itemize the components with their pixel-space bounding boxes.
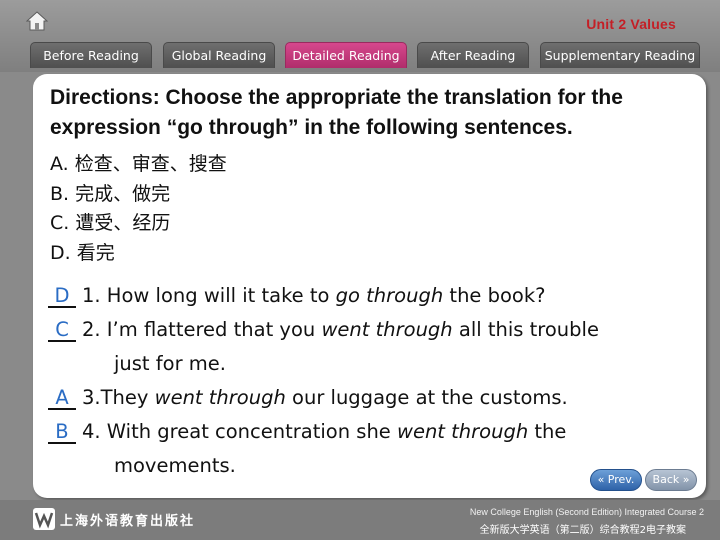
sentence-text: 3.They [82, 386, 155, 409]
option-d: D. 看完 [50, 241, 115, 264]
option-a: A. 检查、审查、搜查 [50, 153, 227, 175]
sentence-text: the [528, 420, 567, 443]
option-b: B. 完成、做完 [50, 182, 171, 205]
answer-blank[interactable]: C [48, 320, 76, 342]
tab-after-reading[interactable]: After Reading [417, 42, 529, 68]
key-phrase: go through [335, 284, 444, 307]
sentence-list: D 1. How long will it take to go through … [48, 279, 698, 483]
sentence-2-continued: just for me. [114, 352, 226, 375]
prev-button[interactable]: « Prev. [590, 469, 642, 491]
key-phrase: went through [397, 420, 529, 443]
key-phrase: went through [154, 386, 286, 409]
answer-blank[interactable]: A [48, 388, 76, 410]
directions-text: Directions: Choose the appropriate the t… [50, 86, 623, 139]
tab-global-reading[interactable]: Global Reading [163, 42, 275, 68]
sentence-3: A 3.They went through our luggage at the … [48, 381, 698, 415]
tab-before-reading[interactable]: Before Reading [30, 42, 152, 68]
key-phrase: went through [321, 318, 453, 341]
answer-blank[interactable]: B [48, 422, 76, 444]
sentence-text: our luggage at the customs. [285, 386, 568, 409]
section-tabs: Before Reading Global Reading Detailed R… [0, 42, 720, 68]
back-button[interactable]: Back » [645, 469, 697, 491]
option-c: C. 遭受、经历 [50, 212, 171, 234]
sentence-text: all this trouble [452, 318, 599, 341]
sentence-2: C 2. I’m flattered that you went through … [48, 313, 698, 347]
sentence-text: 1. How long will it take to [82, 284, 336, 307]
publisher-name: 上海外语教育出版社 [60, 514, 196, 529]
home-icon[interactable] [25, 11, 49, 31]
sentence-1: D 1. How long will it take to go through … [48, 279, 698, 313]
sentence-text: 4. With great concentration she [82, 420, 397, 443]
publisher-logo [33, 508, 55, 530]
top-bar: Unit 2 Values Before Reading Global Read… [0, 0, 720, 72]
course-title-en: New College English (Second Edition) Int… [469, 507, 704, 517]
sentence-text: the book? [443, 284, 546, 307]
options-list: A. 检查、审查、搜查 B. 完成、做完 C. 遭受、经历 D. 看完 [50, 150, 227, 268]
answer-blank[interactable]: D [48, 286, 76, 308]
course-title-cn: 全新版大学英语（第二版）综合教程2电子教案 [479, 525, 686, 536]
sentence-text: 2. I’m flattered that you [82, 318, 322, 341]
unit-title: Unit 2 Values [586, 16, 676, 32]
sentence-4: B 4. With great concentration she went th… [48, 415, 698, 449]
tab-supplementary-reading[interactable]: Supplementary Reading [540, 42, 700, 68]
tab-detailed-reading[interactable]: Detailed Reading [285, 42, 407, 68]
